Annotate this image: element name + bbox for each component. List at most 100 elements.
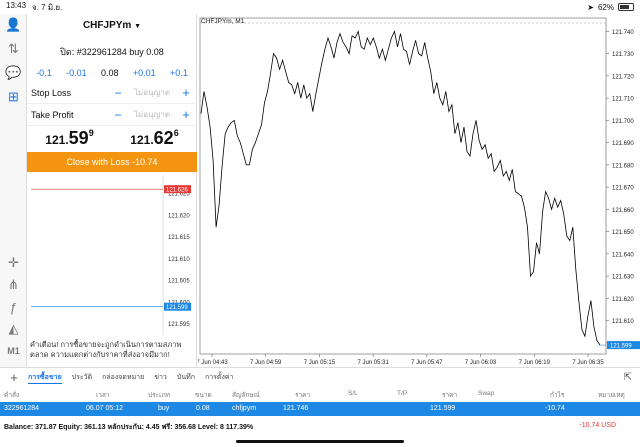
tab-trade[interactable]: การซื้อขาย: [28, 372, 62, 384]
chat-icon[interactable]: 💬: [4, 64, 23, 82]
take-profit-row: Take Profit − ไม่อนุญาต +: [27, 104, 197, 126]
y-tick-label: 121.610: [612, 319, 634, 325]
price-chart[interactable]: CHFJPYm, M1 121.740 121.730 121.720 121.710 1…: [198, 14, 640, 367]
tab-news[interactable]: ข่าว: [154, 372, 167, 383]
floating-pl: -10.74 USD: [579, 422, 616, 429]
battery-icon: [618, 3, 634, 11]
x-tick-label: 7 Jun 05:15: [304, 360, 336, 366]
take-profit-label: Take Profit: [31, 109, 74, 120]
col-swap: Swap: [478, 390, 495, 397]
x-tick-label: 7 Jun 06:35: [572, 360, 604, 366]
table-row[interactable]: 322961284 06.07 05:12 buy 0.08 chfjpym 1…: [0, 402, 640, 416]
battery-percent: 62%: [597, 2, 614, 12]
cell-current-price: 121.599: [430, 405, 456, 412]
tab-mailbox[interactable]: กล่องจดหมาย: [102, 372, 144, 383]
objects-icon[interactable]: ◭: [4, 320, 23, 338]
close-with-loss-button[interactable]: Close with Loss -10.74: [27, 152, 197, 172]
chart-title: CHFJPYm, M1: [201, 18, 245, 25]
home-indicator: [236, 440, 404, 443]
tab-history[interactable]: ประวัติ: [72, 372, 92, 383]
timeframe-button[interactable]: M1: [4, 342, 23, 360]
y-tick-label: 121.740: [612, 30, 634, 36]
cell-type: buy: [158, 405, 170, 412]
col-comment: หมายเหตุ: [598, 392, 625, 399]
mini-tick-label: 121.620: [168, 213, 190, 219]
stop-loss-plus-button[interactable]: +: [179, 85, 193, 100]
ask-price: 121.626: [130, 128, 179, 148]
col-sl: S/L: [348, 390, 358, 397]
indicator-icon[interactable]: ƒ: [4, 298, 23, 316]
y-tick-label: 121.620: [612, 297, 634, 303]
mini-tick-label: 121.615: [168, 235, 190, 241]
col-price: ราคา: [295, 392, 311, 399]
y-tick-label: 121.630: [612, 275, 634, 281]
mini-tick-label: 121.595: [168, 322, 190, 328]
candles-icon[interactable]: ⋔: [4, 276, 23, 294]
mini-tick-label: 121.605: [168, 279, 190, 285]
volume-minus-0.01-button[interactable]: -0.01: [66, 68, 87, 78]
y-tick-label: 121.710: [612, 97, 634, 103]
y-tick-label: 121.660: [612, 208, 634, 214]
x-tick-label: 7 Jun 06:19: [519, 360, 551, 366]
stop-loss-label: Stop Loss: [31, 87, 72, 98]
tab-journal[interactable]: บันทึก: [177, 372, 195, 383]
symbol-label: CHFJPYm: [82, 20, 132, 31]
tick-chart: 121.625121.620121.615121.610121.605121.6…: [31, 175, 191, 335]
y-tick-label: 121.680: [612, 163, 634, 169]
account-summary: Balance: 371.87 Equity: 361.13 หลักประกั…: [0, 419, 640, 433]
y-tick-label: 121.700: [612, 119, 634, 125]
table-header: คำสั่ง เวลา ประเภท ขนาด สัญลักษณ์ ราคา S…: [0, 387, 640, 401]
crosshair-icon[interactable]: ✛: [4, 254, 23, 272]
col-order: คำสั่ง: [4, 392, 20, 399]
mini-bid-label: 121.599: [166, 305, 188, 311]
y-tick-label: 121.670: [612, 186, 634, 192]
x-tick-label: 7 Jun 04:59: [250, 360, 282, 366]
mini-tick-label: 121.610: [168, 257, 190, 263]
trade-icon[interactable]: ⇅: [4, 40, 23, 58]
take-profit-plus-button[interactable]: +: [179, 107, 193, 122]
y-tick-label: 121.730: [612, 52, 634, 58]
col-type: ประเภท: [148, 392, 170, 399]
expand-icon[interactable]: ⇱: [624, 372, 632, 383]
stop-loss-minus-button[interactable]: −: [111, 86, 125, 100]
take-profit-field[interactable]: ไม่อนุญาต: [125, 108, 179, 121]
volume-stepper: -0.1 -0.01 0.08 +0.01 +0.1: [27, 68, 197, 78]
cell-volume: 0.08: [196, 405, 210, 412]
tab-bar: + การซื้อขาย ประวัติ กล่องจดหมาย ข่าว บั…: [0, 367, 640, 387]
location-icon: ➤: [587, 2, 594, 12]
x-tick-label: 7 Jun 04:43: [198, 360, 228, 366]
warning-text: คำเตือน! การซื้อขายจะถูกดำเนินการตามสภาพ…: [30, 340, 182, 359]
new-order-icon[interactable]: ⊞: [4, 88, 23, 106]
col-current-price: ราคา: [442, 392, 458, 399]
x-tick-label: 7 Jun 05:47: [411, 360, 443, 366]
col-tp: T/P: [397, 390, 408, 397]
add-icon[interactable]: +: [0, 370, 28, 385]
cell-symbol: chfjpym: [232, 405, 257, 412]
cell-open-price: 121.746: [283, 405, 309, 412]
plot-frame: [199, 17, 607, 355]
col-profit: กำไร: [550, 392, 565, 399]
symbol-selector[interactable]: CHFJPYm ▼: [27, 20, 197, 31]
account-icon[interactable]: 👤: [4, 16, 23, 34]
stop-loss-field[interactable]: ไม่อนุญาต: [125, 86, 179, 99]
volume-plus-0.01-button[interactable]: +0.01: [133, 68, 156, 78]
volume-minus-0.1-button[interactable]: -0.1: [36, 68, 52, 78]
x-tick-label: 7 Jun 06:03: [465, 360, 497, 366]
balance-line: Balance: 371.87 Equity: 361.13 หลักประกั…: [4, 424, 254, 431]
y-tick-label: 121.640: [612, 252, 634, 258]
x-tick-label: 7 Jun 05:31: [357, 360, 389, 366]
y-tick-label: 121.720: [612, 74, 634, 80]
take-profit-minus-button[interactable]: −: [111, 108, 125, 122]
volume-value[interactable]: 0.08: [101, 68, 119, 78]
y-tick-label: 121.650: [612, 230, 634, 236]
left-toolbar: 👤 ⇅ 💬 ⊞ ✛ ⋔ ƒ ◭ M1: [0, 14, 27, 367]
status-time: 13:43: [6, 0, 27, 10]
mini-ask-label: 121.626: [166, 188, 188, 194]
y-tick-label: 121.690: [612, 141, 634, 147]
volume-plus-0.1-button[interactable]: +0.1: [170, 68, 188, 78]
bid-price: 121.599: [45, 128, 94, 148]
tab-settings[interactable]: การตั้งค่า: [205, 372, 234, 383]
cell-order: 322961284: [4, 405, 40, 412]
col-time: เวลา: [96, 392, 110, 399]
current-price-label: 121.599: [610, 344, 632, 350]
